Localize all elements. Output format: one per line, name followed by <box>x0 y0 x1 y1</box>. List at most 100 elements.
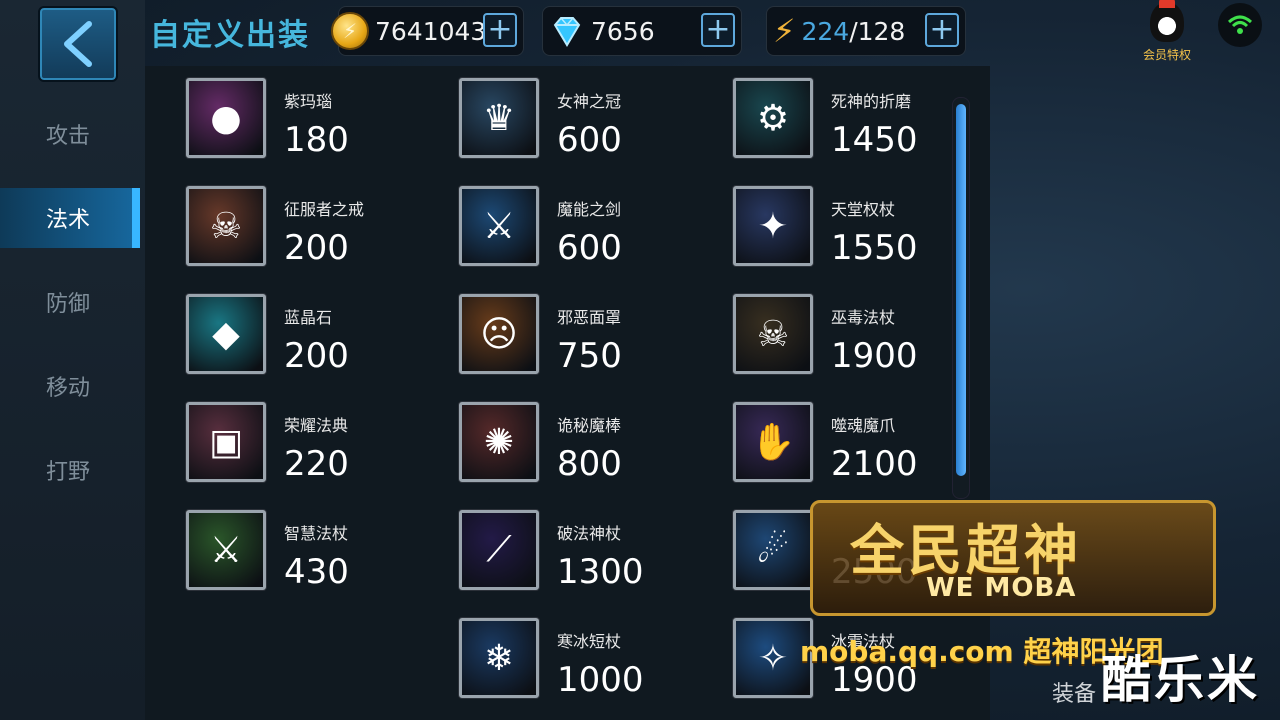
item-price: 2500 <box>831 552 918 592</box>
item-icon: ✺ <box>459 402 539 482</box>
item-icon: ☠ <box>733 294 813 374</box>
add-diamond-button[interactable]: + <box>701 13 735 47</box>
item-card[interactable]: ❄ 寒冰短杖 1000 <box>459 618 719 708</box>
gold-value: 7641043 <box>375 16 487 46</box>
item-icon: ✋ <box>733 402 813 482</box>
diamond-counter: 7656 + <box>542 6 742 56</box>
item-icon: ▣ <box>186 402 266 482</box>
item-price: 800 <box>557 444 622 484</box>
item-name: 天堂权杖 <box>831 200 896 219</box>
back-arrow-icon <box>64 21 92 67</box>
item-icon: ☄ <box>733 510 813 590</box>
item-card[interactable]: ⚔ 智慧法杖 430 <box>186 510 446 600</box>
item-glyph-icon: ● <box>210 97 242 139</box>
item-icon: ✧ <box>733 618 813 698</box>
sidebar-item-magic[interactable]: 法术 <box>0 188 140 248</box>
item-price: 1450 <box>831 120 918 160</box>
item-card[interactable]: ☹ 邪恶面罩 750 <box>459 294 719 384</box>
diamond-value: 7656 <box>591 16 655 46</box>
item-icon: ⟋ <box>459 510 539 590</box>
item-price: 1900 <box>831 336 918 376</box>
item-icon: ⚙ <box>733 78 813 158</box>
item-card[interactable]: ☠ 征服者之戒 200 <box>186 186 446 276</box>
item-glyph-icon: ☠ <box>209 205 243 247</box>
item-glyph-icon: ⟋ <box>486 529 512 570</box>
item-glyph-icon: ◆ <box>212 313 240 355</box>
item-glyph-icon: ▣ <box>208 421 243 463</box>
item-card[interactable]: ⚔ 魔能之剑 600 <box>459 186 719 276</box>
item-glyph-icon: ☄ <box>756 529 790 571</box>
energy-counter: ⚡ 224/128 + <box>766 6 966 56</box>
item-price: 1900 <box>831 660 918 700</box>
item-name: 征服者之戒 <box>284 200 365 219</box>
item-glyph-icon: ⚔ <box>209 529 243 571</box>
vip-privilege-button[interactable]: 会员特权 <box>1136 0 1198 63</box>
item-name: 诡秘魔棒 <box>557 416 622 435</box>
gold-counter: ⚡ 7641043 + <box>331 6 524 56</box>
sidebar-item-defense[interactable]: 防御 <box>0 272 140 332</box>
item-glyph-icon: ☠ <box>756 313 790 355</box>
item-name: 邪恶面罩 <box>557 308 622 327</box>
watermark-corner-text: 酷乐米 <box>1101 651 1260 709</box>
add-energy-button[interactable]: + <box>925 13 959 47</box>
item-name: 蓝晶石 <box>284 308 333 327</box>
equip-label: 装备 <box>1052 682 1097 707</box>
item-glyph-icon: ✋ <box>750 422 796 463</box>
item-card[interactable]: ● 紫玛瑙 180 <box>186 78 446 168</box>
item-price: 220 <box>284 444 349 484</box>
item-price: 180 <box>284 120 349 160</box>
item-price: 1300 <box>557 552 644 592</box>
lightning-icon: ⚡ <box>773 12 796 50</box>
item-glyph-icon: ❄ <box>483 637 515 679</box>
item-price: 200 <box>284 228 349 268</box>
item-price: 200 <box>284 336 349 376</box>
item-card[interactable]: ▣ 荣耀法典 220 <box>186 402 446 492</box>
sidebar-item-label: 打野 <box>46 460 91 485</box>
item-icon: ◆ <box>186 294 266 374</box>
sidebar-item-label: 法术 <box>46 208 91 233</box>
item-price: 1000 <box>557 660 644 700</box>
item-card[interactable]: ✺ 诡秘魔棒 800 <box>459 402 719 492</box>
item-price: 2100 <box>831 444 918 484</box>
energy-value: 224/128 <box>801 17 905 46</box>
sidebar-item-movement[interactable]: 移动 <box>0 356 140 416</box>
diamond-icon <box>553 17 581 47</box>
item-price: 600 <box>557 120 622 160</box>
item-card[interactable]: ⟋ 破法神杖 1300 <box>459 510 719 600</box>
item-name: 魔能之剑 <box>557 200 622 219</box>
item-icon: ☠ <box>186 186 266 266</box>
item-icon: ♛ <box>459 78 539 158</box>
item-name: 死神的折磨 <box>831 92 912 111</box>
sidebar-item-label: 移动 <box>46 376 91 401</box>
gold-coin-icon: ⚡ <box>331 12 369 50</box>
item-icon: ⚔ <box>459 186 539 266</box>
item-name: 巫毒法杖 <box>831 308 896 327</box>
vip-label: 会员特权 <box>1142 48 1191 62</box>
item-name: 女神之冠 <box>557 92 622 111</box>
back-button[interactable] <box>38 6 118 82</box>
item-list-scrollbar[interactable] <box>952 97 970 499</box>
item-price: 430 <box>284 552 349 592</box>
item-price: 1550 <box>831 228 918 268</box>
sidebar-item-jungle[interactable]: 打野 <box>0 440 140 500</box>
item-card[interactable]: ◆ 蓝晶石 200 <box>186 294 446 384</box>
item-icon: ✦ <box>733 186 813 266</box>
sidebar-item-attack[interactable]: 攻击 <box>0 104 140 164</box>
item-card[interactable]: ✧ 冰霜法杖 1900 <box>733 618 993 708</box>
item-card[interactable]: ♛ 女神之冠 600 <box>459 78 719 168</box>
item-name: 破法神杖 <box>557 524 622 543</box>
item-glyph-icon: ☹ <box>480 313 518 355</box>
scrollbar-thumb[interactable] <box>956 104 966 476</box>
item-icon: ⚔ <box>186 510 266 590</box>
item-icon: ☹ <box>459 294 539 374</box>
item-glyph-icon: ⚔ <box>482 205 516 247</box>
add-gold-button[interactable]: + <box>483 13 517 47</box>
item-glyph-icon: ✦ <box>757 205 789 247</box>
item-name: 智慧法杖 <box>284 524 349 543</box>
item-name: 荣耀法典 <box>284 416 349 435</box>
qq-penguin-icon <box>1150 0 1184 42</box>
item-name: 寒冰短杖 <box>557 632 622 651</box>
item-card[interactable]: ☄ 2500 <box>733 510 993 600</box>
item-name: 冰霜法杖 <box>831 632 896 651</box>
page-title: 自定义出装 <box>150 18 310 53</box>
